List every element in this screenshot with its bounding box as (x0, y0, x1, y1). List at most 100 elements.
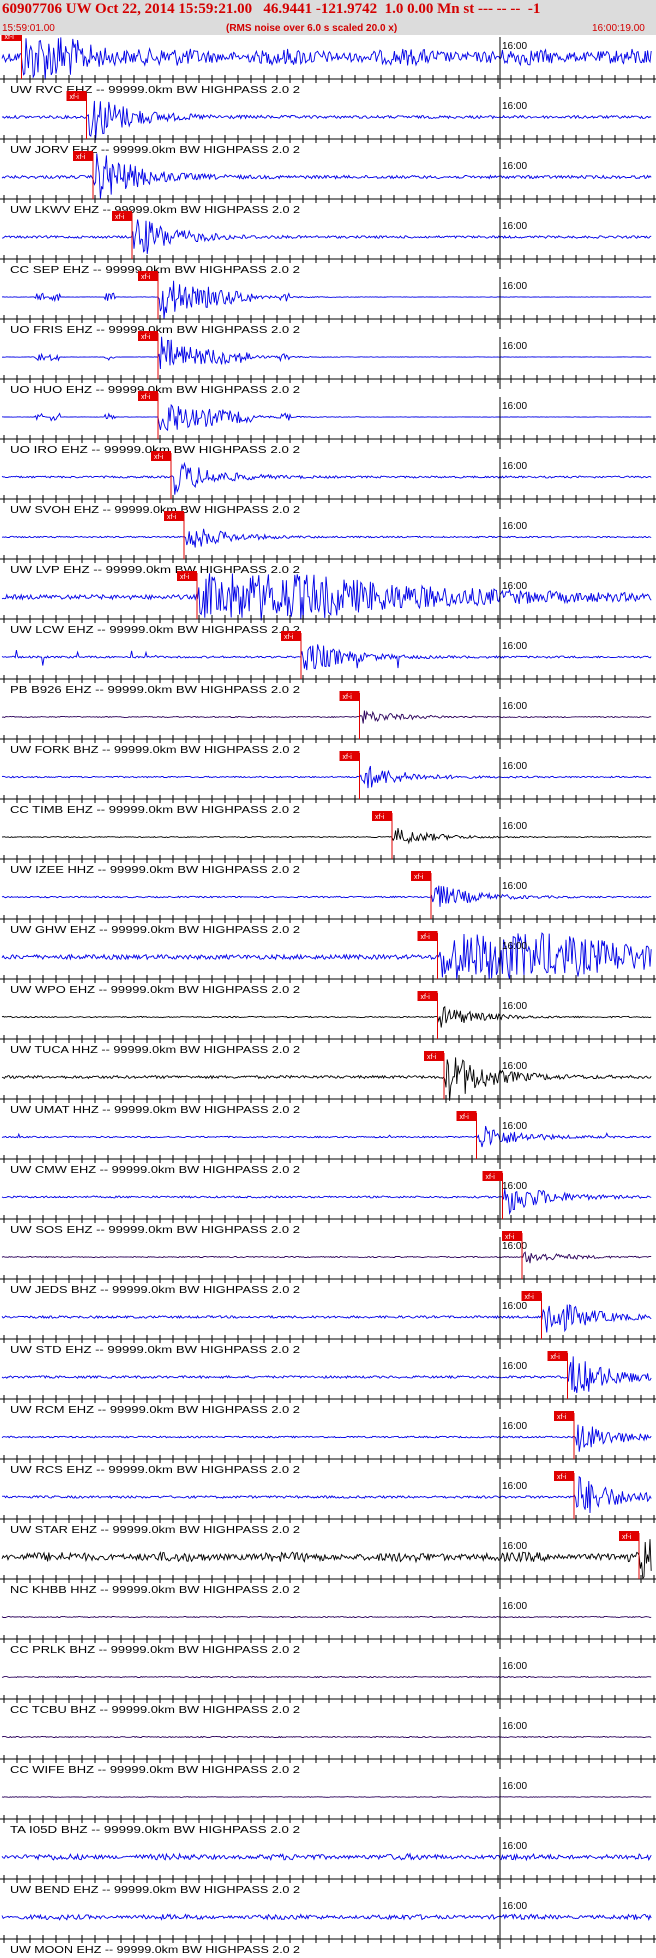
trace-panel: 16:00 CC PRLK BHZ -- 99999.0km BW HIGHPAS… (0, 1597, 656, 1656)
trace-panel: 16:00 UW UMAT HHZ -- 99999.0km BW HIGHPAS… (0, 1051, 656, 1116)
waveform-trace (1, 37, 652, 80)
station-label: UW FORK BHZ -- 99999.0km BW HIGHPASS 2.0… (10, 745, 301, 756)
trace-panel: 16:00 UW SVOH EHZ -- 99999.0km BW HIGHPAS… (0, 451, 656, 516)
minute-label: 16:00 (502, 1841, 527, 1852)
minute-label: 16:00 (502, 1541, 527, 1552)
minute-label: 16:00 (502, 281, 527, 292)
trace-panel: 16:00 UW WPO EHZ -- 99999.0km BW HIGHPASS… (0, 931, 656, 996)
waveform-trace (1, 1735, 652, 1739)
station-label: UW RCM EHZ -- 99999.0km BW HIGHPASS 2.0 … (10, 1405, 301, 1416)
minute-label: 16:00 (502, 761, 527, 772)
pick-label: xf-i (180, 574, 190, 581)
minute-label: 16:00 (502, 161, 527, 172)
station-label: UW LKWV EHZ -- 99999.0km BW HIGHPASS 2.0… (10, 205, 301, 216)
trace-panel: 16:00 UW STD EHZ -- 99999.0km BW HIGHPASS… (0, 1291, 656, 1356)
station-label: UW MOON EHZ -- 99999.0km BW HIGHPASS 2.0… (10, 1945, 301, 1956)
trace-panel: 16:00 UW LVP EHZ -- 99999.0km BW HIGHPASS… (0, 511, 656, 576)
minute-label: 16:00 (502, 1181, 527, 1192)
waveform-trace (1, 1424, 652, 1452)
minute-label: 16:00 (502, 401, 527, 412)
trace-panel: 16:00CC SEP EHZ -- 99999.0km BW HIGHPASS… (0, 211, 656, 276)
pick-label: xf-i (557, 1414, 567, 1421)
pick-label: xf-i (141, 274, 151, 281)
station-label: UW CMW EHZ -- 99999.0km BW HIGHPASS 2.0 … (10, 1165, 301, 1176)
station-label: UW LVP EHZ -- 99999.0km BW HIGHPASS 2.0 … (10, 565, 301, 576)
waveform-trace (1, 153, 652, 199)
station-label: UW STD EHZ -- 99999.0km BW HIGHPASS 2.0 … (10, 1345, 301, 1356)
minute-label: 16:00 (502, 1121, 527, 1132)
waveform-trace (1, 1475, 652, 1514)
minute-label: 16:00 (502, 1721, 527, 1732)
station-label: UW SVOH EHZ -- 99999.0km BW HIGHPASS 2.0… (10, 505, 301, 516)
pick-label: xf-i (154, 454, 164, 461)
minute-label: 16:00 (502, 1901, 527, 1912)
waveform-trace (1, 1539, 652, 1580)
minute-label: 16:00 (502, 1361, 527, 1372)
waveform-trace (1, 765, 652, 789)
pick-label: xf-i (622, 1534, 632, 1541)
station-label: UW GHW EHZ -- 99999.0km BW HIGHPASS 2.0 … (10, 925, 301, 936)
minute-label: 16:00 (502, 701, 527, 712)
pick-label: xf-i (115, 214, 125, 221)
station-label: UW JORV EHZ -- 99999.0km BW HIGHPASS 2.0… (10, 145, 301, 156)
pick-label: xf-i (141, 394, 151, 401)
trace-panel: 16:00 UW SOS EHZ -- 99999.0km BW HIGHPASS… (0, 1171, 656, 1236)
station-label: UW RCS EHZ -- 99999.0km BW HIGHPASS 2.0 … (10, 1465, 301, 1476)
minute-label: 16:00 (502, 1601, 527, 1612)
minute-label: 16:00 (502, 221, 527, 232)
pick-label: xf-i (421, 934, 431, 941)
trace-panel: 16:00 UW RVC EHZ -- 99999.0km BW HIGHPASS… (0, 35, 656, 96)
header-bar: 60907706 UW Oct 22, 2014 15:59:21.00 46.… (0, 0, 656, 35)
minute-label: 16:00 (502, 1421, 527, 1432)
waveform-trace (1, 710, 652, 724)
minute-label: 16:00 (502, 1481, 527, 1492)
station-label: CC PRLK BHZ -- 99999.0km BW HIGHPASS 2.0… (10, 1645, 301, 1656)
end-time: 16:00:19.00 (592, 23, 645, 34)
station-label: NC KHBB HHZ -- 99999.0km BW HIGHPASS 2.0… (10, 1585, 301, 1596)
start-time: 15:59:01.00 (2, 23, 55, 34)
station-label: UW JEDS BHZ -- 99999.0km BW HIGHPASS 2.0… (10, 1285, 301, 1296)
seismogram-panel: 16:00 UW RVC EHZ -- 99999.0km BW HIGHPASS… (0, 35, 656, 1956)
waveform-trace (1, 461, 652, 495)
pick-label: xf-i (557, 1474, 567, 1481)
trace-panel: 16:00 NC KHBB HHZ -- 99999.0km BW HIGHPAS… (0, 1531, 656, 1596)
trace-panel: 16:00 PB B926 EHZ -- 99999.0km BW HIGHPAS… (0, 631, 656, 696)
trace-panel: 16:00 CC WIFE BHZ -- 99999.0km BW HIGHPAS… (0, 1717, 656, 1776)
waveform-trace (1, 932, 652, 980)
trace-panel: 16:00UO HUO EHZ -- 99999.0km BW HIGHPASS… (0, 331, 656, 396)
scaling-note: (RMS noise over 6.0 s scaled 20.0 x) (226, 23, 398, 34)
waveform-trace (1, 1251, 652, 1264)
waveform-trace (1, 100, 652, 141)
station-label: UW STAR EHZ -- 99999.0km BW HIGHPASS 2.0… (10, 1525, 301, 1536)
pick-label: xf-i (421, 994, 431, 1001)
minute-label: 16:00 (502, 1061, 527, 1072)
station-label: PB B926 EHZ -- 99999.0km BW HIGHPASS 2.0… (10, 685, 301, 696)
pick-label: xf-i (460, 1114, 470, 1121)
waveform-trace (1, 1796, 652, 1798)
waveform-trace (1, 219, 652, 254)
station-label: CC WIFE BHZ -- 99999.0km BW HIGHPASS 2.0… (10, 1765, 301, 1776)
station-label: TA I05D BHZ -- 99999.0km BW HIGHPASS 2.0… (10, 1825, 301, 1836)
trace-panel: 16:00 UW BEND EHZ -- 99999.0km BW HIGHPAS… (0, 1837, 656, 1896)
trace-panel: 16:00 CC TIMB EHZ -- 99999.0km BW HIGHPAS… (0, 751, 656, 816)
pick-label: xf-i (5, 35, 15, 41)
trace-panel: 16:00 UW GHW EHZ -- 99999.0km BW HIGHPASS… (0, 871, 656, 936)
minute-label: 16:00 (502, 101, 527, 112)
pick-label: xf-i (343, 754, 353, 761)
pick-label: xf-i (525, 1294, 535, 1301)
waveform-trace (1, 1913, 652, 1921)
pick-label: xf-i (551, 1354, 561, 1361)
pick-label: xf-i (505, 1234, 515, 1241)
station-label: UW IZEE HHZ -- 99999.0km BW HIGHPASS 2.0… (10, 865, 301, 876)
trace-panel: 16:00 UW FORK BHZ -- 99999.0km BW HIGHPAS… (0, 691, 656, 756)
pick-label: xf-i (76, 154, 86, 161)
station-label: UW RVC EHZ -- 99999.0km BW HIGHPASS 2.0 … (10, 85, 301, 96)
station-label: UW UMAT HHZ -- 99999.0km BW HIGHPASS 2.0… (10, 1105, 301, 1116)
trace-panel: 16:00 CC TCBU BHZ -- 99999.0km BW HIGHPAS… (0, 1657, 656, 1716)
minute-label: 16:00 (502, 41, 527, 52)
waveform-trace (1, 280, 652, 319)
pick-label: xf-i (486, 1174, 496, 1181)
waveform-trace (1, 528, 652, 548)
waveform-trace (1, 336, 652, 370)
waveform-trace (1, 573, 652, 621)
